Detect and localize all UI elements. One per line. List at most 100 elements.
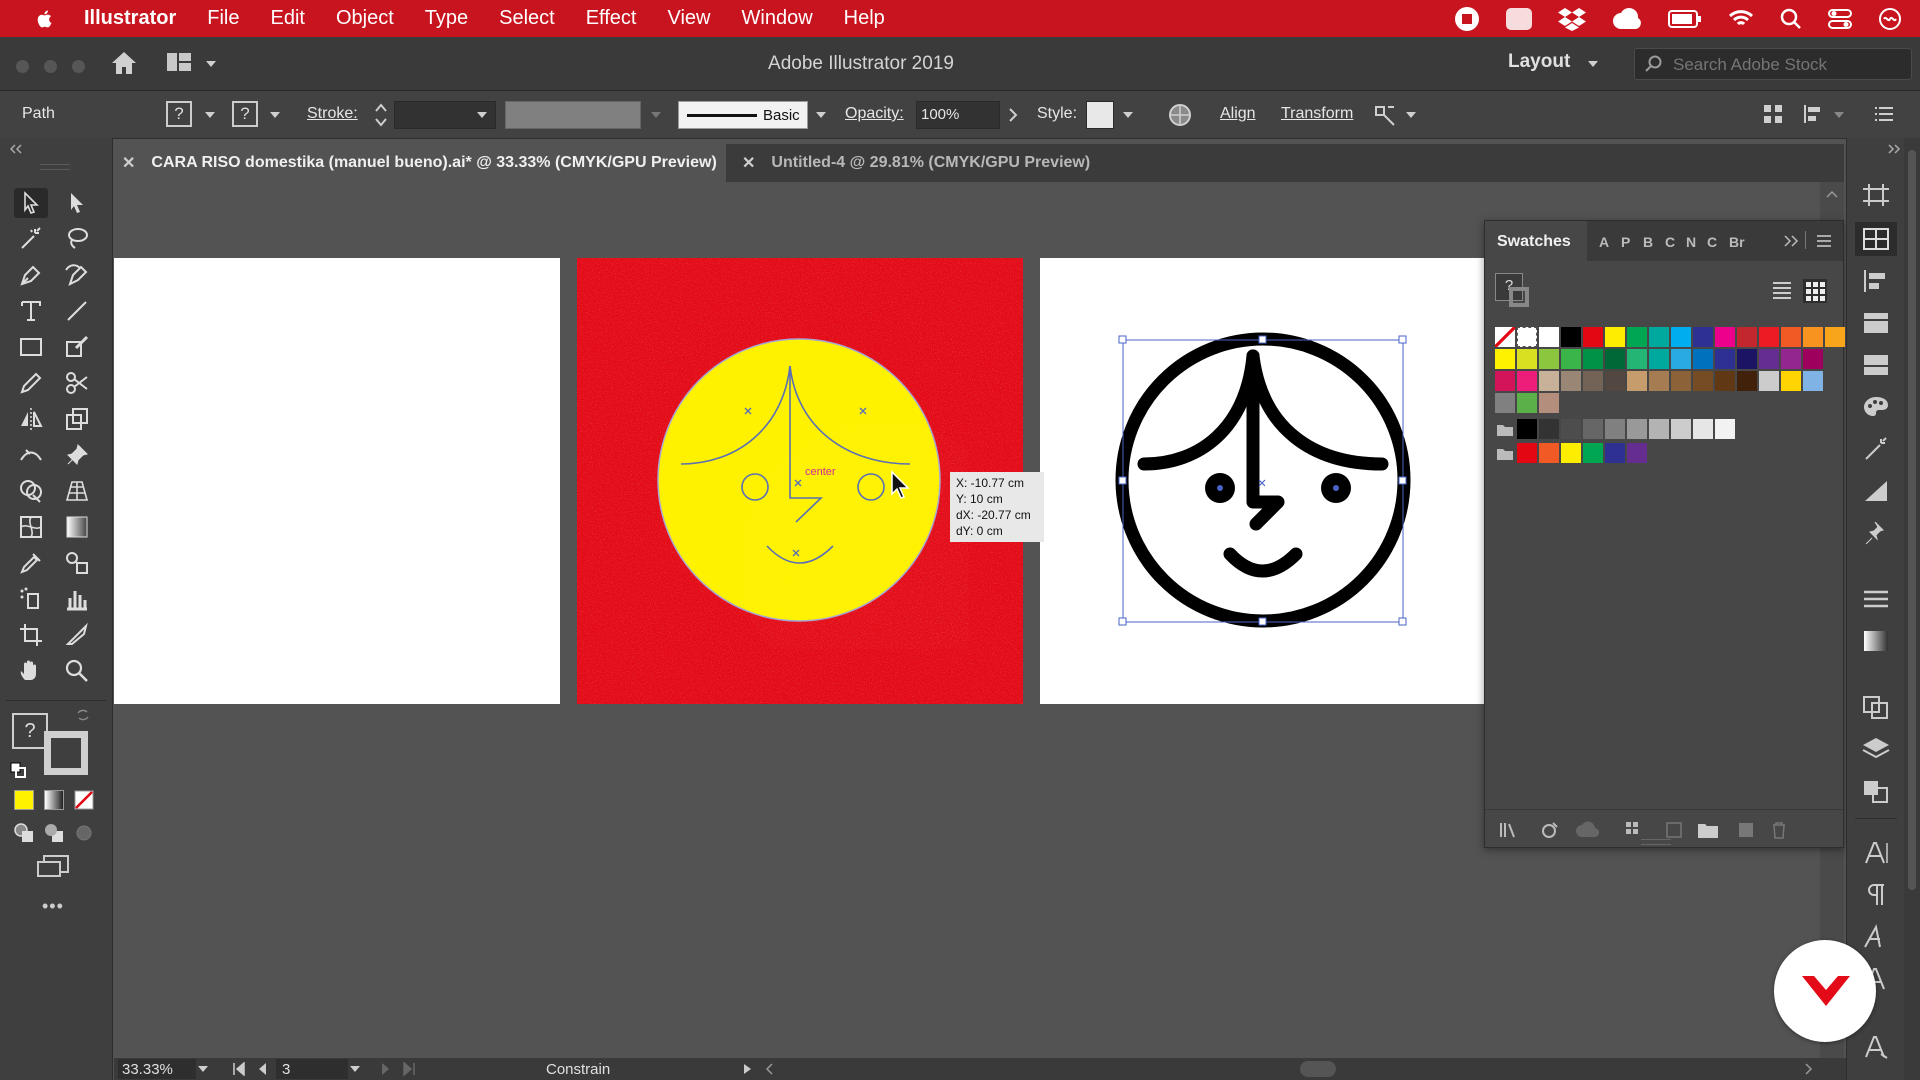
window-scrollbar[interactable] [1904, 138, 1920, 1080]
asset-export-icon[interactable] [1861, 352, 1891, 378]
swatches-panel-icon[interactable] [1861, 226, 1891, 252]
chevron-down-icon[interactable] [477, 112, 487, 118]
blend-tool[interactable] [60, 548, 94, 578]
panel-tab-c2[interactable]: C [1707, 234, 1717, 250]
artboard-tool[interactable] [14, 620, 48, 650]
swatch[interactable] [1715, 349, 1735, 369]
pencil-tool[interactable] [14, 368, 48, 398]
swatch-stroke-preview[interactable] [1509, 287, 1529, 307]
swatch[interactable] [1759, 349, 1779, 369]
first-artboard-icon[interactable] [232, 1062, 246, 1076]
scroll-right-icon[interactable] [1804, 1063, 1814, 1075]
workspace-switcher[interactable]: Layout [1508, 51, 1570, 73]
chevron-down-icon[interactable] [350, 1066, 360, 1072]
swatch[interactable] [1715, 419, 1735, 439]
line-segment-tool[interactable] [60, 296, 94, 326]
collapse-panel-icon[interactable] [9, 144, 23, 154]
swatch[interactable] [1737, 327, 1757, 347]
chevron-down-icon[interactable] [1406, 112, 1416, 118]
reflect-tool[interactable] [14, 404, 48, 434]
swatch[interactable] [1517, 349, 1537, 369]
new-swatch-icon[interactable] [1737, 821, 1755, 839]
chevron-down-icon[interactable] [1588, 61, 1598, 67]
swatch[interactable] [1759, 327, 1779, 347]
column-graph-tool[interactable] [60, 584, 94, 614]
creative-cloud-icon[interactable] [1612, 7, 1642, 30]
panel-menu-icon[interactable] [1815, 233, 1833, 249]
direct-selection-tool[interactable] [60, 188, 94, 218]
opacity-label[interactable]: Opacity: [845, 105, 904, 123]
menu-app[interactable]: Illustrator [84, 7, 176, 30]
swatch[interactable] [1715, 327, 1735, 347]
menu-help[interactable]: Help [844, 7, 885, 30]
swatch[interactable] [1649, 371, 1669, 391]
more-panels-icon[interactable] [1783, 235, 1799, 247]
swatch-options-icon[interactable] [1665, 821, 1683, 839]
pathfinder-panel-icon[interactable] [1861, 694, 1891, 720]
swatch[interactable] [1605, 443, 1625, 463]
swatch[interactable] [1649, 349, 1669, 369]
horizontal-scroll-thumb[interactable] [1300, 1061, 1336, 1077]
swatch[interactable] [1583, 349, 1603, 369]
gradient-mode-button[interactable] [44, 790, 64, 810]
swatch[interactable] [1627, 327, 1647, 347]
swatch[interactable] [1517, 419, 1537, 439]
swatch[interactable] [1539, 419, 1559, 439]
scroll-up-icon[interactable] [1826, 190, 1838, 198]
hand-tool[interactable] [14, 656, 48, 686]
swatch[interactable] [1693, 349, 1713, 369]
draw-normal-icon[interactable] [13, 822, 35, 844]
collapse-dock-icon[interactable] [1887, 144, 1901, 154]
swatch[interactable] [1495, 371, 1515, 391]
artboard-number-field[interactable]: 3 [276, 1059, 348, 1079]
swatch[interactable] [1561, 349, 1581, 369]
swatch[interactable] [1495, 349, 1515, 369]
swatch[interactable] [1803, 371, 1823, 391]
swatch[interactable] [1561, 327, 1581, 347]
swatch[interactable] [1781, 349, 1801, 369]
panel-menu-icon[interactable] [1874, 105, 1894, 123]
swatch[interactable] [1605, 419, 1625, 439]
swatch[interactable] [1583, 443, 1603, 463]
scroll-left-icon[interactable] [764, 1063, 774, 1075]
fill-swatch[interactable]: ? [166, 101, 192, 127]
control-center-icon[interactable] [1828, 8, 1852, 30]
slice-tool[interactable] [60, 620, 94, 650]
stroke-panel-icon[interactable] [1861, 586, 1891, 612]
spotlight-search-icon[interactable] [1780, 8, 1802, 30]
shape-builder-tool[interactable] [14, 476, 48, 506]
swatch[interactable] [1803, 327, 1823, 347]
curvature-tool[interactable] [60, 260, 94, 290]
default-fill-stroke-icon[interactable] [10, 762, 26, 778]
swatch[interactable] [1781, 327, 1801, 347]
swatch[interactable] [1539, 393, 1559, 413]
swatch[interactable] [1561, 443, 1581, 463]
width-tool[interactable] [14, 440, 48, 470]
magic-wand-tool[interactable] [14, 224, 48, 254]
swatch[interactable] [1781, 371, 1801, 391]
face-icon-artwork[interactable] [1040, 258, 1486, 704]
panel-resize-grip[interactable] [1641, 839, 1671, 845]
menu-effect[interactable]: Effect [586, 7, 637, 30]
swatch[interactable] [1737, 349, 1757, 369]
swatch[interactable] [1583, 419, 1603, 439]
rectangle-tool[interactable] [14, 332, 48, 362]
grid-view-icon[interactable] [1803, 279, 1827, 303]
swatch[interactable] [1561, 419, 1581, 439]
gradient-panel-icon[interactable] [1861, 628, 1891, 654]
transform-panel-icon[interactable] [1861, 778, 1891, 804]
swatch[interactable] [1759, 371, 1779, 391]
panel-tab-a[interactable]: A [1599, 234, 1609, 250]
swatch[interactable] [1517, 443, 1537, 463]
close-tab-icon[interactable]: ✕ [122, 153, 135, 173]
menu-object[interactable]: Object [336, 7, 394, 30]
gradient-tool[interactable] [60, 512, 94, 542]
wifi-icon[interactable] [1728, 9, 1754, 29]
puppet-warp-tool[interactable] [60, 440, 94, 470]
swatch[interactable] [1605, 349, 1625, 369]
chevron-right-icon[interactable] [1008, 107, 1018, 123]
add-swatch-group-icon[interactable] [1625, 821, 1645, 839]
swap-fill-stroke-icon[interactable] [76, 708, 90, 722]
swatch[interactable] [1671, 349, 1691, 369]
siri-icon[interactable] [1878, 7, 1902, 31]
